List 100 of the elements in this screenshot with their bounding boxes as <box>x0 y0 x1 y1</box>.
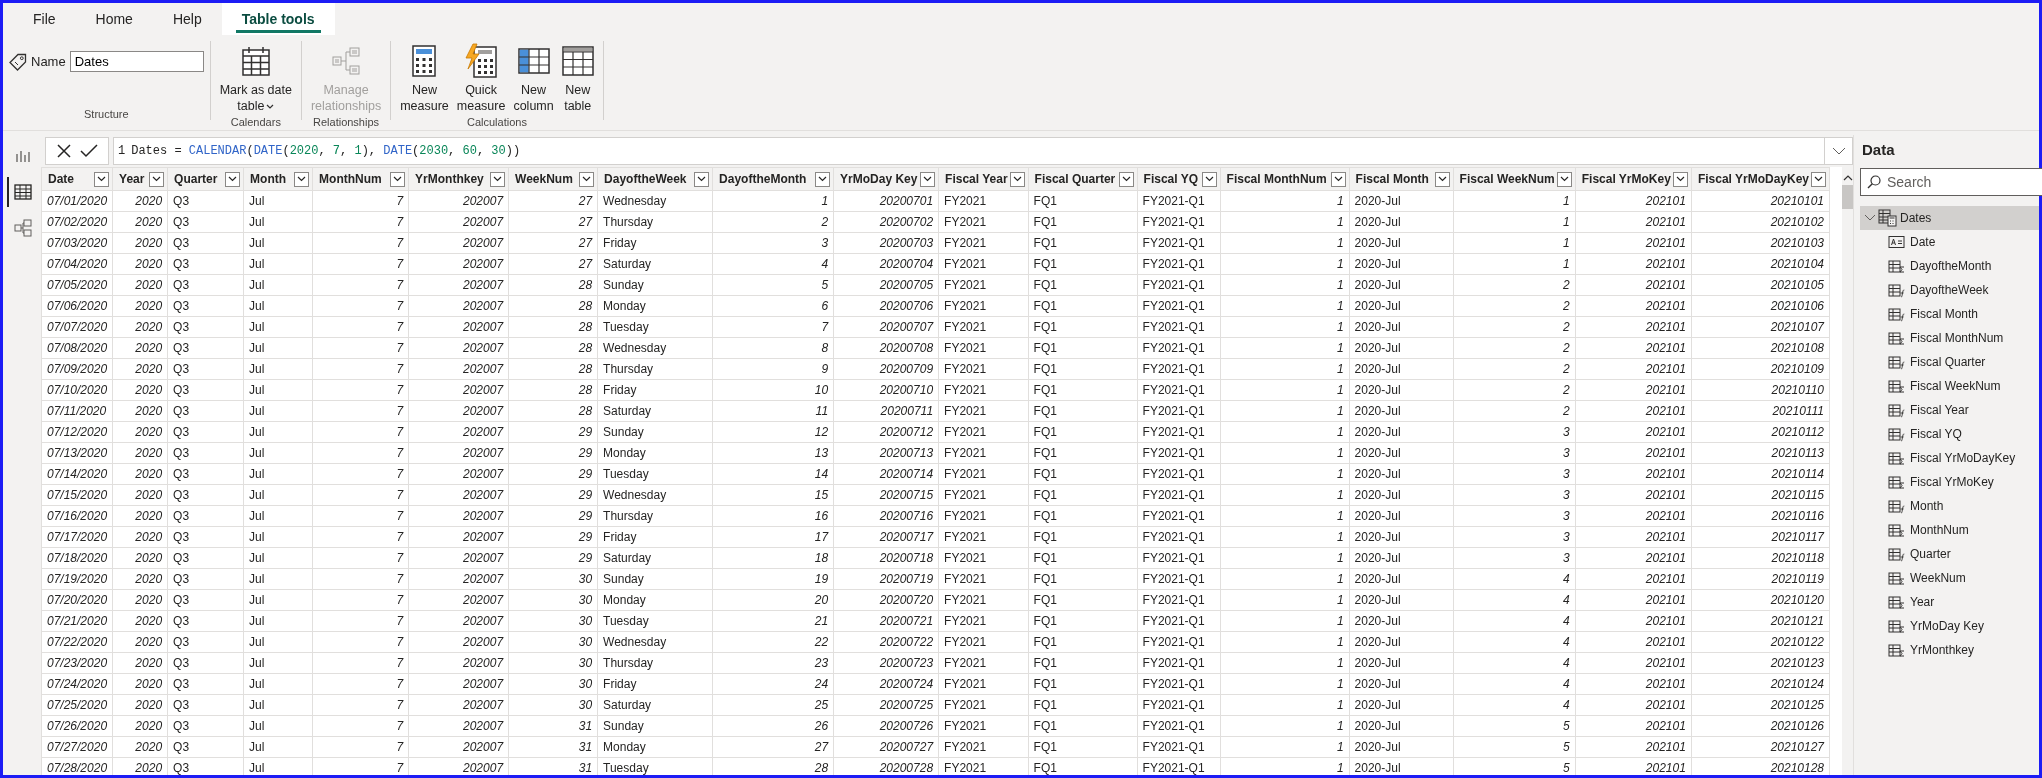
table-cell: 20210119 <box>1691 568 1830 590</box>
table-cell: 7 <box>312 631 409 653</box>
chevron-down-icon <box>393 176 403 182</box>
table-cell: 2020 <box>112 253 168 275</box>
field-item[interactable]: Fiscal YQ <box>1860 422 2039 446</box>
table-cell: Jul <box>243 358 313 380</box>
table-cell: 7 <box>312 589 409 611</box>
filter-button[interactable] <box>149 171 165 187</box>
table-cell: 07/26/2020 <box>41 715 113 737</box>
field-item[interactable]: Fiscal YrMoKey <box>1860 470 2039 494</box>
table-cell: 29 <box>508 484 598 506</box>
table-cell: 1 <box>1220 358 1350 380</box>
table-cell: 28 <box>508 400 598 422</box>
table-cell: Q3 <box>167 715 244 737</box>
table-cell: 2020-Jul <box>1349 505 1454 527</box>
table-cell: FQ1 <box>1028 337 1138 359</box>
table-cell: 3 <box>1453 463 1576 485</box>
filter-button[interactable] <box>579 171 595 187</box>
table-cell: 2020-Jul <box>1349 253 1454 275</box>
search-field[interactable]: Search <box>1860 168 2042 196</box>
field-item[interactable]: WeekNum <box>1860 566 2039 590</box>
filter-button[interactable] <box>1009 171 1025 187</box>
table-cell: Q3 <box>167 232 244 254</box>
table-cell: 2020 <box>112 421 168 443</box>
filter-button[interactable] <box>94 171 110 187</box>
table-cell: 2020-Jul <box>1349 526 1454 548</box>
filter-button[interactable] <box>1434 171 1450 187</box>
table-cell: 2020 <box>112 589 168 611</box>
filter-button[interactable] <box>490 171 506 187</box>
filter-button[interactable] <box>225 171 241 187</box>
name-field[interactable]: Dates <box>69 51 204 72</box>
filter-button[interactable] <box>294 171 310 187</box>
table-cell: 2020-Jul <box>1349 547 1454 569</box>
table-cell: 3 <box>1453 484 1576 506</box>
menu-tab[interactable]: Table tools <box>221 3 335 35</box>
calculated-field-icon <box>1888 546 1905 562</box>
field-item[interactable]: Date <box>1860 230 2039 254</box>
scrollbar-thumb[interactable] <box>1842 185 1853 209</box>
ribbon-button[interactable]: New column <box>510 41 557 116</box>
table-cell: 20200706 <box>833 295 939 317</box>
table-cell: 20200720 <box>833 589 939 611</box>
table-cell: 7 <box>312 295 409 317</box>
table-cell: 07/03/2020 <box>41 232 113 254</box>
table-cell: Q3 <box>167 358 244 380</box>
filter-button[interactable] <box>1556 171 1572 187</box>
table-cell: Jul <box>243 652 313 674</box>
field-item[interactable]: Year <box>1860 590 2039 614</box>
table-cell: 202101 <box>1575 400 1692 422</box>
table-cell: 202007 <box>408 400 509 422</box>
menu-tab[interactable]: Help <box>152 3 222 35</box>
table-cell: 07/11/2020 <box>41 400 113 422</box>
filter-button[interactable] <box>1811 171 1827 187</box>
filter-button[interactable] <box>1118 171 1134 187</box>
table-cell: 29 <box>508 421 598 443</box>
chevron-down-icon <box>1559 176 1569 182</box>
table-cell: FY2021 <box>938 589 1029 611</box>
table-cell: 9 <box>712 358 834 380</box>
field-item[interactable]: Month <box>1860 494 2039 518</box>
table-cell: 20210126 <box>1691 715 1830 737</box>
sum-field-icon <box>1888 378 1905 394</box>
ribbon-button[interactable]: New measure <box>397 41 452 116</box>
table-cell: 2020 <box>112 274 168 296</box>
field-item[interactable]: YrMoDay Key <box>1860 614 2039 638</box>
field-item[interactable]: Fiscal YrMoDayKey <box>1860 446 2039 470</box>
table-cell: FQ1 <box>1028 484 1138 506</box>
filter-button[interactable] <box>390 171 406 187</box>
filter-button[interactable] <box>1330 171 1346 187</box>
field-item[interactable]: YrMonthkey <box>1860 638 2039 662</box>
table-cell: Jul <box>243 673 313 695</box>
scroll-up-icon[interactable] <box>1843 175 1853 181</box>
menu-tab[interactable]: File <box>13 3 76 35</box>
menu-tab[interactable]: Home <box>75 3 153 35</box>
ribbon-button[interactable]: New table <box>558 41 597 116</box>
table-cell: FY2021-Q1 <box>1137 463 1221 485</box>
table-cell: 16 <box>712 505 834 527</box>
field-item[interactable]: Fiscal MonthNum <box>1860 326 2039 350</box>
field-item[interactable]: Fiscal Year <box>1860 398 2039 422</box>
table-cell: FY2021 <box>938 673 1029 695</box>
ribbon-button[interactable]: Mark as date table <box>216 41 295 116</box>
filter-button[interactable] <box>920 171 936 187</box>
formula-field[interactable]: 1 Dates = CALENDAR(DATE(2020, 7, 1), DATE(2030, 60, 30)) <box>113 137 1853 165</box>
table-cell: 07/19/2020 <box>41 568 113 590</box>
field-item[interactable]: Quarter <box>1860 542 2039 566</box>
filter-button[interactable] <box>1672 171 1688 187</box>
table-cell: 2020 <box>112 211 168 233</box>
ribbon-button[interactable]: Quick measure <box>453 41 509 116</box>
table-cell: FY2021-Q1 <box>1137 337 1221 359</box>
filter-button[interactable] <box>815 171 831 187</box>
table-cell: FY2021 <box>938 190 1029 212</box>
filter-button[interactable] <box>694 171 710 187</box>
field-item[interactable]: Fiscal WeekNum <box>1860 374 2039 398</box>
field-item[interactable]: Fiscal Quarter <box>1860 350 2039 374</box>
field-item[interactable]: Fiscal Month <box>1860 302 2039 326</box>
table-cell: 30 <box>508 652 598 674</box>
table-node[interactable]: Dates <box>1860 206 2039 230</box>
field-item[interactable]: DayoftheWeek <box>1860 278 2039 302</box>
field-item[interactable]: MonthNum <box>1860 518 2039 542</box>
scrollbar[interactable] <box>1842 167 1853 775</box>
filter-button[interactable] <box>1201 171 1217 187</box>
field-item[interactable]: DayoftheMonth <box>1860 254 2039 278</box>
